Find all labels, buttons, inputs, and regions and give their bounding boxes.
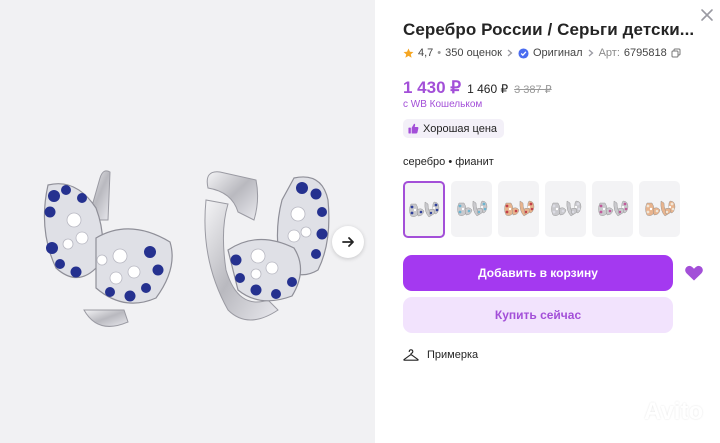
- heart-icon[interactable]: [684, 263, 704, 283]
- next-image-button[interactable]: [332, 226, 364, 258]
- original-label[interactable]: Оригинал: [533, 47, 583, 59]
- price-old: 3 387 ₽: [514, 84, 552, 96]
- separator-dot: •: [437, 47, 442, 59]
- left-earring: [43, 170, 173, 327]
- variant-swatch-silver-white[interactable]: [545, 181, 586, 237]
- buy-now-button[interactable]: Купить сейчас: [403, 297, 673, 333]
- variant-swatches: [403, 181, 680, 238]
- price-without-wallet: 1 460 ₽: [467, 82, 509, 96]
- variant-thumbnail: [456, 200, 487, 217]
- reviews-link[interactable]: 350 оценок: [445, 47, 502, 59]
- chevron-right-icon: [588, 49, 594, 57]
- avito-logo-icon: [614, 401, 637, 422]
- product-gallery: [0, 0, 375, 443]
- avito-watermark: Avito: [612, 398, 703, 426]
- thumbs-up-icon: [408, 123, 419, 134]
- hanger-icon: [403, 349, 419, 361]
- product-meta: 4,7 • 350 оценок Оригинал Арт: 6795818: [403, 47, 681, 59]
- variant-thumbnail: [409, 201, 440, 217]
- fitting-link[interactable]: Примерка: [403, 349, 478, 361]
- product-image: [43, 170, 330, 327]
- product-title: Серебро России / Серьги детски...: [403, 20, 695, 39]
- badge-label: Хорошая цена: [423, 122, 498, 135]
- variant-thumbnail: [597, 200, 628, 217]
- variant-swatch-gold-garnet[interactable]: [498, 181, 539, 237]
- variant-swatch-silver-sapphire[interactable]: [403, 181, 445, 238]
- price-row: 1 430 ₽ 1 460 ₽ 3 387 ₽: [403, 78, 552, 98]
- article-number: 6795818: [623, 47, 667, 59]
- variant-swatch-silver-rose[interactable]: [592, 181, 633, 237]
- variant-thumbnail: [644, 200, 675, 217]
- product-info-panel: Серебро России / Серьги детски... 4,7 • …: [375, 0, 720, 443]
- variant-swatch-gold-white[interactable]: [639, 181, 680, 237]
- rating-value: 4,7: [418, 47, 434, 59]
- chevron-right-icon: [507, 49, 513, 57]
- price-current: 1 430 ₽: [403, 78, 462, 97]
- watermark-text: Avito: [644, 398, 704, 425]
- fitting-label: Примерка: [427, 349, 479, 361]
- variant-thumbnail: [550, 200, 581, 217]
- star-icon: [403, 48, 414, 58]
- variant-thumbnail: [503, 200, 534, 217]
- wallet-note: с WB Кошельком: [403, 99, 483, 110]
- arrow-right-icon: [342, 237, 354, 247]
- verified-icon: [518, 47, 529, 59]
- good-price-badge: Хорошая цена: [403, 119, 505, 138]
- copy-icon[interactable]: [671, 48, 681, 58]
- variant-swatch-silver-aqua[interactable]: [451, 181, 492, 237]
- add-to-cart-button[interactable]: Добавить в корзину: [403, 255, 673, 291]
- article-label: Арт:: [598, 47, 620, 59]
- right-earring: [204, 171, 330, 321]
- material-label: серебро • фианит: [403, 156, 494, 168]
